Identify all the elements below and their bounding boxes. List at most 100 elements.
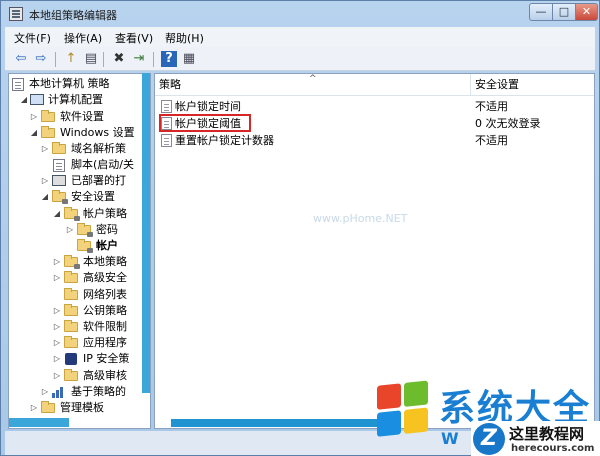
tree-node-password-policy[interactable]: ▷ 密码 <box>12 222 148 238</box>
policy-value: 不适用 <box>475 134 508 147</box>
expanded-arrow-icon[interactable]: ◢ <box>20 92 28 108</box>
collapsed-arrow-icon[interactable]: ▷ <box>53 270 61 286</box>
app-icon <box>9 7 23 21</box>
lock-folder-icon <box>64 207 80 221</box>
tree-node-network-list[interactable]: 网络列表 <box>12 287 148 303</box>
expanded-arrow-icon[interactable]: ◢ <box>53 206 61 222</box>
tree-node-label: 软件设置 <box>60 110 104 123</box>
tree-node-windows-settings[interactable]: ◢ Windows 设置 <box>12 125 148 141</box>
collapsed-arrow-icon[interactable]: ▷ <box>53 254 61 270</box>
collapsed-arrow-icon[interactable]: ▷ <box>53 368 61 384</box>
folder-icon <box>41 110 55 122</box>
shield-folder-icon <box>52 190 68 204</box>
tree-node-account-policies[interactable]: ◢ 帐户策略 <box>12 206 148 222</box>
tree-node-software-restriction[interactable]: ▷ 软件限制 <box>12 319 148 335</box>
tree-node-label: 域名解析策 <box>71 142 126 155</box>
back-arrow-icon[interactable]: ⇦ <box>13 51 29 67</box>
lock-folder-icon <box>77 223 93 237</box>
tree-node-label: 基于策略的 <box>71 385 126 398</box>
tree-node-label: 脚本(启动/关 <box>71 158 134 171</box>
tree-node-account-lockout[interactable]: 帐户 <box>12 238 148 254</box>
toolbar-separator <box>103 52 104 67</box>
folder-icon <box>64 369 78 381</box>
tree-node-label: IP 安全策 <box>83 352 130 365</box>
collapsed-arrow-icon[interactable]: ▷ <box>41 384 49 400</box>
tree-node-admin-templates[interactable]: ▷ 管理模板 <box>12 400 148 416</box>
site-name: 这里教程网 <box>509 425 585 443</box>
collapsed-arrow-icon[interactable]: ▷ <box>30 400 38 416</box>
list-horizontal-scrollbar[interactable] <box>171 419 381 427</box>
policy-row[interactable]: 重置帐户锁定计数器 不适用 <box>155 132 594 149</box>
toolbar: ⇦ ⇨ ↑ ▤ ✖ ⇥ ? ▦ <box>5 47 595 71</box>
forward-arrow-icon[interactable]: ⇨ <box>33 51 49 67</box>
tree-node-label: 网络列表 <box>83 288 127 301</box>
tree-node-scripts[interactable]: 脚本(启动/关 <box>12 157 148 173</box>
tree-vertical-scrollbar[interactable] <box>142 73 150 393</box>
show-hide-tree-icon[interactable]: ▤ <box>83 51 99 67</box>
sort-ascending-icon: ^ <box>309 74 317 84</box>
tree-node-advanced-audit[interactable]: ▷ 高级审核 <box>12 368 148 384</box>
tree-node-local-policy[interactable]: 本地计算机 策略 <box>12 76 148 92</box>
collapsed-arrow-icon[interactable]: ▷ <box>41 173 49 189</box>
delete-icon[interactable]: ✖ <box>111 51 127 67</box>
site-logo-icon: Z <box>473 423 505 455</box>
tree-horizontal-scrollbar[interactable] <box>9 418 69 427</box>
tree-node-label: 应用程序 <box>83 336 127 349</box>
tree-node-label: 安全设置 <box>71 190 115 203</box>
tree-node-security-settings[interactable]: ◢ 安全设置 <box>12 189 148 205</box>
collapsed-arrow-icon[interactable]: ▷ <box>53 335 61 351</box>
brand-overlay: 系统大全 W Z 这里教程网 herecours.com <box>373 379 600 456</box>
tree-node-ip-security[interactable]: ▷ IP 安全策 <box>12 351 148 367</box>
collapsed-arrow-icon[interactable]: ▷ <box>53 303 61 319</box>
tree-node-label: 软件限制 <box>83 320 127 333</box>
tree-node-advanced-firewall[interactable]: ▷ 高级安全 <box>12 270 148 286</box>
folder-icon <box>64 304 78 316</box>
menu-help[interactable]: 帮助(H) <box>165 30 204 46</box>
collapsed-arrow-icon[interactable]: ▷ <box>53 351 61 367</box>
menu-view[interactable]: 查看(V) <box>115 30 153 46</box>
close-button[interactable]: ✕ <box>575 3 598 21</box>
toolbar-separator <box>55 52 56 67</box>
folder-icon <box>41 126 55 138</box>
column-header-policy[interactable]: 策略 ^ <box>155 74 471 96</box>
tree-node-computer-config[interactable]: ◢ 计算机配置 <box>12 92 148 108</box>
tree-node-printers[interactable]: ▷ 已部署的打 <box>12 173 148 189</box>
tree-node-local-policies[interactable]: ▷ 本地策略 <box>12 254 148 270</box>
site-url: herecours.com <box>511 443 595 454</box>
collapsed-arrow-icon[interactable]: ▷ <box>30 109 38 125</box>
tree-node-name-resolution[interactable]: ▷ 域名解析策 <box>12 141 148 157</box>
export-list-icon[interactable]: ⇥ <box>131 51 147 67</box>
policy-name: 帐户锁定时间 <box>175 100 241 113</box>
up-folder-icon[interactable]: ↑ <box>63 51 79 67</box>
maximize-button[interactable]: □ <box>552 3 576 21</box>
tree-pane[interactable]: 本地计算机 策略 ◢ 计算机配置 ▷ 软件设置 ◢ Windows 设置 ▷ 域… <box>8 73 151 429</box>
folder-icon <box>64 271 78 283</box>
collapsed-arrow-icon[interactable]: ▷ <box>53 319 61 335</box>
toolbar-separator <box>153 52 154 67</box>
minimize-button[interactable]: — <box>529 3 553 21</box>
titlebar: 本地组策略编辑器 — □ ✕ <box>1 1 599 27</box>
policy-value: 不适用 <box>475 100 508 113</box>
collapsed-arrow-icon[interactable]: ▷ <box>66 222 74 238</box>
policy-list-pane: 策略 ^ 安全设置 帐户锁定时间 不适用 帐户锁定阈值 0 次无效登录 重置帐户… <box>154 73 595 429</box>
policy-doc-icon <box>161 134 172 147</box>
expanded-arrow-icon[interactable]: ◢ <box>41 189 49 205</box>
menu-action[interactable]: 操作(A) <box>64 30 102 46</box>
tree-node-software-settings[interactable]: ▷ 软件设置 <box>12 109 148 125</box>
tree-node-label: 高级安全 <box>83 271 127 284</box>
tree-node-app-control[interactable]: ▷ 应用程序 <box>12 335 148 351</box>
tree-node-label: 公钥策略 <box>83 304 127 317</box>
watermark-text: www.pHome.NET <box>313 212 408 225</box>
menu-file[interactable]: 文件(F) <box>14 30 51 46</box>
chart-icon <box>52 387 66 398</box>
printer-icon <box>52 175 66 186</box>
collapsed-arrow-icon[interactable]: ▷ <box>41 141 49 157</box>
column-header-setting[interactable]: 安全设置 <box>471 74 594 96</box>
tree-node-policy-based-qos[interactable]: ▷ 基于策略的 <box>12 384 148 400</box>
policy-row[interactable]: 帐户锁定时间 不适用 <box>155 98 594 115</box>
tree-node-public-key[interactable]: ▷ 公钥策略 <box>12 303 148 319</box>
help-icon[interactable]: ? <box>161 51 177 67</box>
computer-icon <box>30 94 44 105</box>
properties-icon[interactable]: ▦ <box>181 51 197 67</box>
expanded-arrow-icon[interactable]: ◢ <box>30 125 38 141</box>
